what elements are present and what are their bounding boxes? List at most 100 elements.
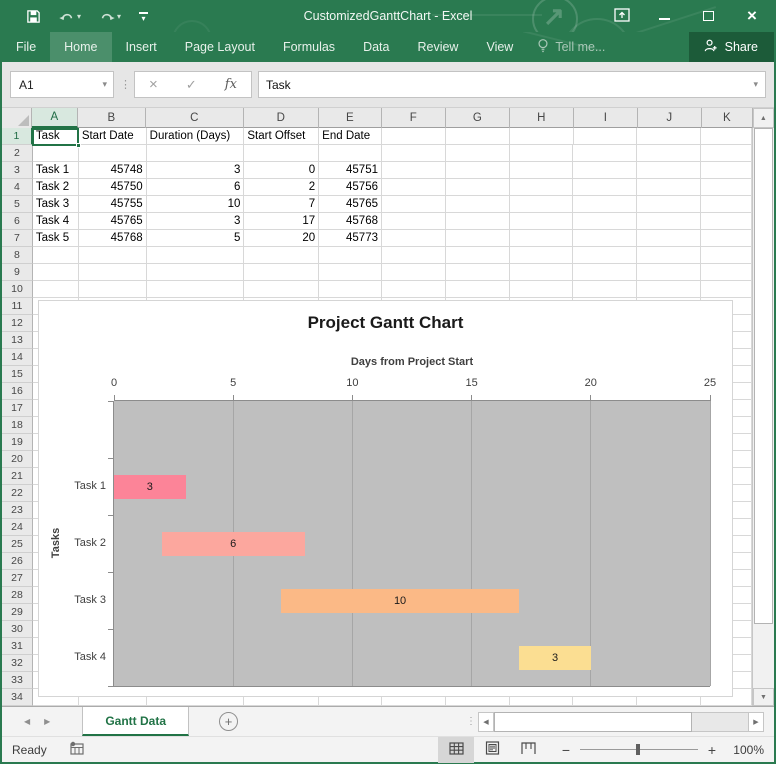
cell-H10[interactable] (510, 281, 574, 298)
cell-C5[interactable]: 10 (147, 196, 245, 213)
next-sheet-icon[interactable]: ▶ (44, 717, 50, 726)
cell-F4[interactable] (382, 179, 446, 196)
tell-me-box[interactable]: Tell me... (527, 32, 615, 62)
horizontal-scrollbar-thumb[interactable] (494, 712, 692, 732)
cell-B5[interactable]: 45755 (79, 196, 147, 213)
row-header-22[interactable]: 22 (2, 485, 33, 502)
cell-J5[interactable] (637, 196, 701, 213)
zoom-slider-thumb[interactable] (636, 744, 640, 755)
cell-grid[interactable]: 1TaskStart DateDuration (Days)Start Offs… (2, 128, 752, 706)
cell-J8[interactable] (637, 247, 701, 264)
cell-G2[interactable] (446, 145, 510, 162)
save-button[interactable] (20, 6, 47, 27)
share-button[interactable]: Share (689, 32, 774, 62)
column-header-F[interactable]: F (382, 108, 446, 128)
row-header-26[interactable]: 26 (2, 553, 33, 570)
row-header-17[interactable]: 17 (2, 400, 33, 417)
cell-G6[interactable] (446, 213, 510, 230)
insert-function-icon[interactable]: fx (225, 77, 237, 92)
cell-B6[interactable]: 45765 (79, 213, 147, 230)
cell-C2[interactable] (147, 145, 245, 162)
row-header-27[interactable]: 27 (2, 570, 33, 587)
column-header-K[interactable]: K (702, 108, 753, 128)
name-box[interactable]: A1 ▾ (10, 71, 114, 98)
cell-F5[interactable] (382, 196, 446, 213)
cell-G3[interactable] (446, 162, 510, 179)
cell-J9[interactable] (637, 264, 701, 281)
cell-K1[interactable] (701, 128, 752, 145)
close-button[interactable]: × (730, 0, 774, 32)
cell-B4[interactable]: 45750 (79, 179, 147, 196)
column-header-B[interactable]: B (78, 108, 146, 128)
cell-K3[interactable] (701, 162, 752, 179)
cell-F9[interactable] (382, 264, 446, 281)
column-header-A[interactable]: A (32, 108, 78, 128)
row-header-10[interactable]: 10 (2, 281, 33, 298)
cell-J1[interactable] (637, 128, 701, 145)
macro-record-icon[interactable] (69, 741, 85, 759)
cell-H1[interactable] (510, 128, 574, 145)
cell-A6[interactable]: Task 4 (33, 213, 79, 230)
row-header-20[interactable]: 20 (2, 451, 33, 468)
cell-B2[interactable] (79, 145, 147, 162)
row-header-7[interactable]: 7 (2, 230, 33, 247)
cell-A9[interactable] (33, 264, 79, 281)
cell-E9[interactable] (319, 264, 382, 281)
cell-B9[interactable] (79, 264, 147, 281)
row-header-30[interactable]: 30 (2, 621, 33, 638)
cell-B1[interactable]: Start Date (79, 128, 147, 145)
row-header-9[interactable]: 9 (2, 264, 33, 281)
column-header-E[interactable]: E (319, 108, 382, 128)
ribbon-tab-formulas[interactable]: Formulas (269, 32, 349, 62)
row-header-24[interactable]: 24 (2, 519, 33, 536)
row-header-12[interactable]: 12 (2, 315, 33, 332)
row-header-11[interactable]: 11 (2, 298, 33, 315)
cell-F2[interactable] (382, 145, 446, 162)
cell-A5[interactable]: Task 3 (33, 196, 79, 213)
cell-E1[interactable]: End Date (319, 128, 382, 145)
row-header-29[interactable]: 29 (2, 604, 33, 621)
cell-J7[interactable] (637, 230, 701, 247)
cell-G8[interactable] (446, 247, 510, 264)
tab-strip-splitter[interactable]: ⋮ (466, 720, 472, 723)
undo-dropdown-icon[interactable]: ▾ (77, 12, 81, 21)
cell-A1[interactable]: Task (33, 128, 79, 145)
row-header-31[interactable]: 31 (2, 638, 33, 655)
cell-G4[interactable] (446, 179, 510, 196)
cell-D3[interactable]: 0 (244, 162, 319, 179)
page-break-preview-button[interactable] (510, 737, 546, 763)
zoom-slider[interactable] (580, 749, 698, 750)
cell-J4[interactable] (637, 179, 701, 196)
ribbon-display-options-button[interactable] (602, 0, 642, 32)
cell-H8[interactable] (510, 247, 574, 264)
row-header-34[interactable]: 34 (2, 689, 33, 706)
ribbon-tab-file[interactable]: File (2, 32, 50, 62)
row-header-16[interactable]: 16 (2, 383, 33, 400)
cell-A4[interactable]: Task 2 (33, 179, 79, 196)
cell-D8[interactable] (244, 247, 319, 264)
cell-K8[interactable] (701, 247, 752, 264)
cell-C8[interactable] (147, 247, 245, 264)
cell-B7[interactable]: 45768 (79, 230, 147, 247)
cell-C7[interactable]: 5 (147, 230, 245, 247)
cell-I1[interactable] (574, 128, 638, 145)
row-header-21[interactable]: 21 (2, 468, 33, 485)
normal-view-button[interactable] (438, 737, 474, 763)
cell-D4[interactable]: 2 (244, 179, 319, 196)
cell-I4[interactable] (573, 179, 637, 196)
column-header-D[interactable]: D (244, 108, 319, 128)
sheet-tab-gantt-data[interactable]: Gantt Data (82, 707, 189, 736)
formula-bar-expand-icon[interactable]: ▾ (753, 79, 765, 90)
cell-B3[interactable]: 45748 (79, 162, 147, 179)
cell-D5[interactable]: 7 (244, 196, 319, 213)
cell-B8[interactable] (79, 247, 147, 264)
gantt-bar-task-1[interactable]: 3 (114, 475, 186, 499)
cell-K4[interactable] (701, 179, 752, 196)
cell-F10[interactable] (382, 281, 446, 298)
cell-F8[interactable] (382, 247, 446, 264)
row-header-19[interactable]: 19 (2, 434, 33, 451)
cell-D7[interactable]: 20 (244, 230, 319, 247)
cell-F7[interactable] (382, 230, 446, 247)
confirm-entry-icon[interactable]: ✓ (186, 77, 197, 93)
undo-button[interactable]: ▾ (53, 7, 87, 26)
